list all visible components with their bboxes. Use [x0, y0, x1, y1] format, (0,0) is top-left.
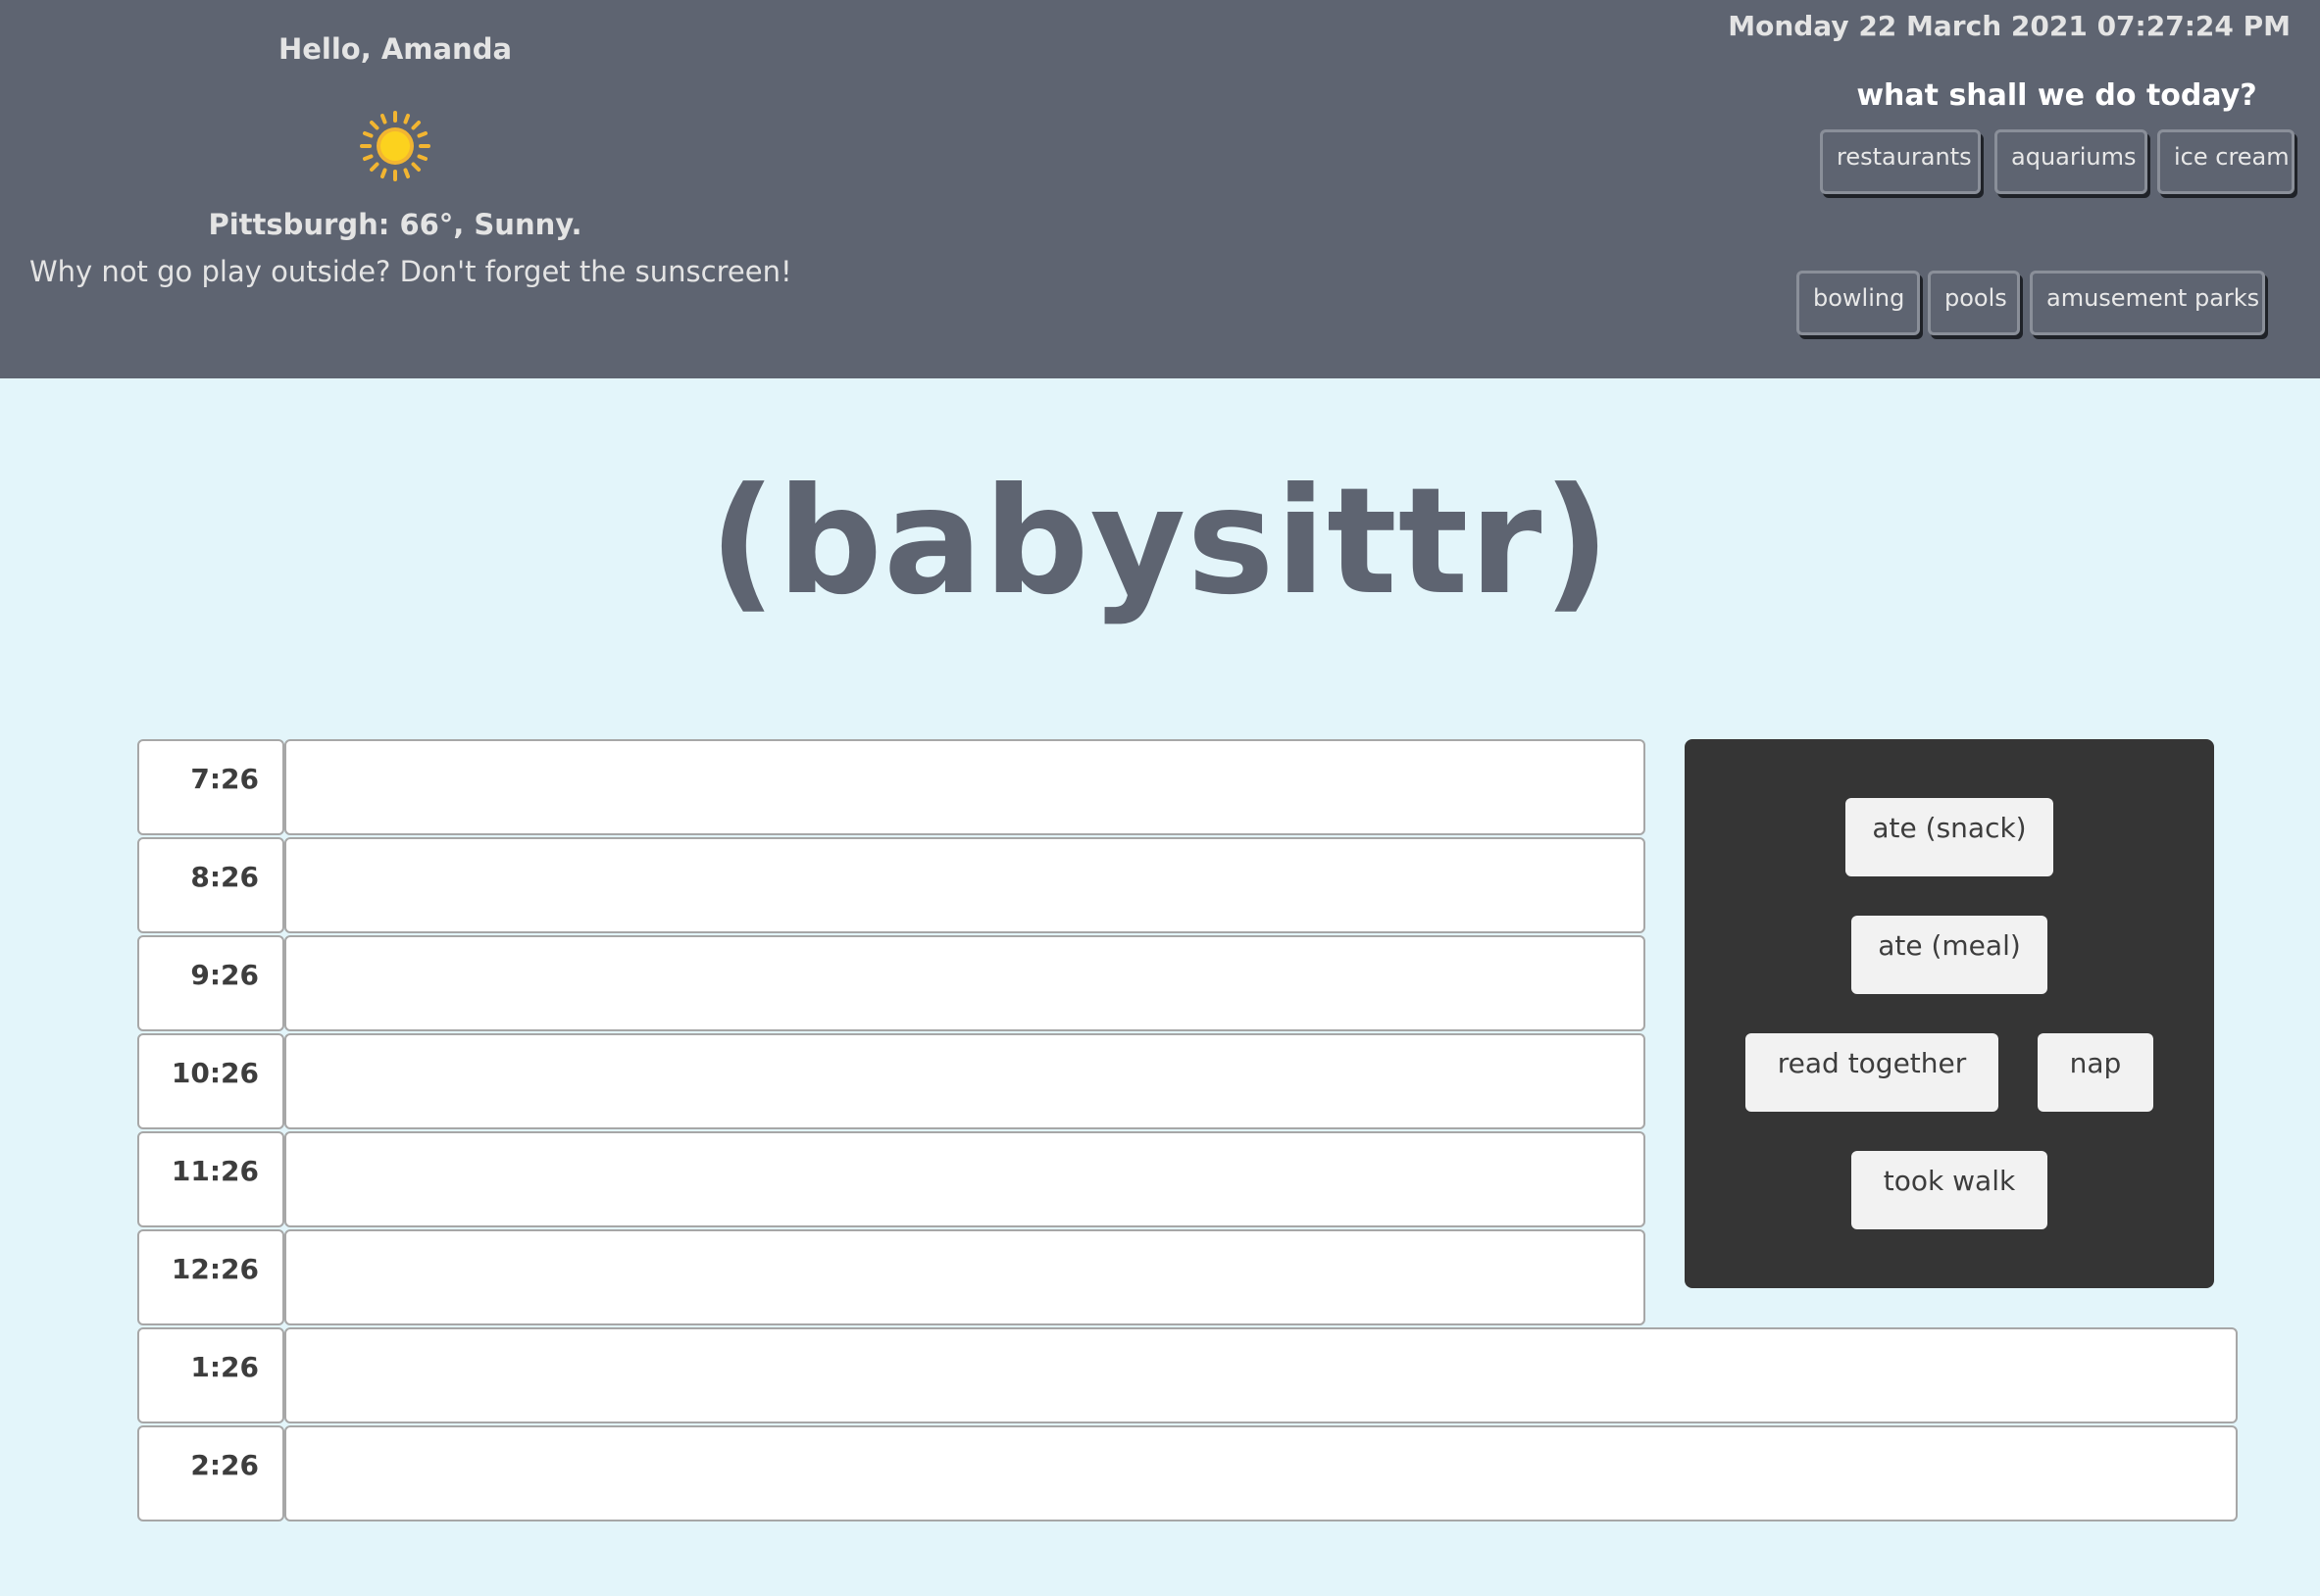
activity-chip-ate-meal[interactable]: ate (meal)	[1851, 916, 2047, 994]
activity-button-amusement-parks[interactable]: amusement parks	[2030, 271, 2265, 335]
activities-heading: what shall we do today?	[1856, 78, 2257, 113]
time-slot-label: 10:26	[137, 1033, 284, 1129]
schedule-entry-slot[interactable]	[284, 1425, 2238, 1521]
datetime-display: Monday 22 March 2021 07:27:24 PM	[1728, 10, 2291, 42]
time-slot-label: 1:26	[137, 1327, 284, 1423]
activity-chip-read-together[interactable]: read together	[1745, 1033, 1998, 1112]
activity-palette: ate (snack) ate (meal) read together nap…	[1685, 739, 2214, 1288]
schedule-entry-slot[interactable]	[284, 837, 1645, 933]
app-logo: (babysittr)	[709, 457, 1611, 627]
time-slot-label: 11:26	[137, 1131, 284, 1227]
schedule-entry-slot[interactable]	[284, 1229, 1645, 1325]
activity-button-bowling[interactable]: bowling	[1796, 271, 1920, 335]
weather-tip: Why not go play outside? Don't forget th…	[29, 255, 792, 288]
schedule-entry-slot[interactable]	[284, 739, 1645, 835]
schedule-entry-slot[interactable]	[284, 1327, 2238, 1423]
time-slot-label: 12:26	[137, 1229, 284, 1325]
activity-chip-ate-snack[interactable]: ate (snack)	[1845, 798, 2053, 876]
activity-chip-took-walk[interactable]: took walk	[1851, 1151, 2047, 1229]
time-slot-label: 9:26	[137, 935, 284, 1031]
schedule-entry-slot[interactable]	[284, 1131, 1645, 1227]
sun-icon	[360, 111, 430, 181]
activity-button-ice-cream[interactable]: ice cream	[2157, 129, 2295, 194]
weather-summary: Pittsburgh: 66°, Sunny.	[208, 208, 582, 241]
header-bar: Hello, Amanda Pittsburgh: 66°, Sunny. Wh…	[0, 0, 2320, 378]
schedule-entry-slot[interactable]	[284, 1033, 1645, 1129]
activity-chip-nap[interactable]: nap	[2038, 1033, 2153, 1112]
activity-button-pools[interactable]: pools	[1928, 271, 2020, 335]
time-slot-label: 7:26	[137, 739, 284, 835]
schedule-entry-slot[interactable]	[284, 935, 1645, 1031]
activity-button-restaurants[interactable]: restaurants	[1820, 129, 1981, 194]
time-slot-label: 8:26	[137, 837, 284, 933]
activity-button-aquariums[interactable]: aquariums	[1994, 129, 2147, 194]
time-slot-label: 2:26	[137, 1425, 284, 1521]
greeting-text: Hello, Amanda	[277, 32, 513, 66]
